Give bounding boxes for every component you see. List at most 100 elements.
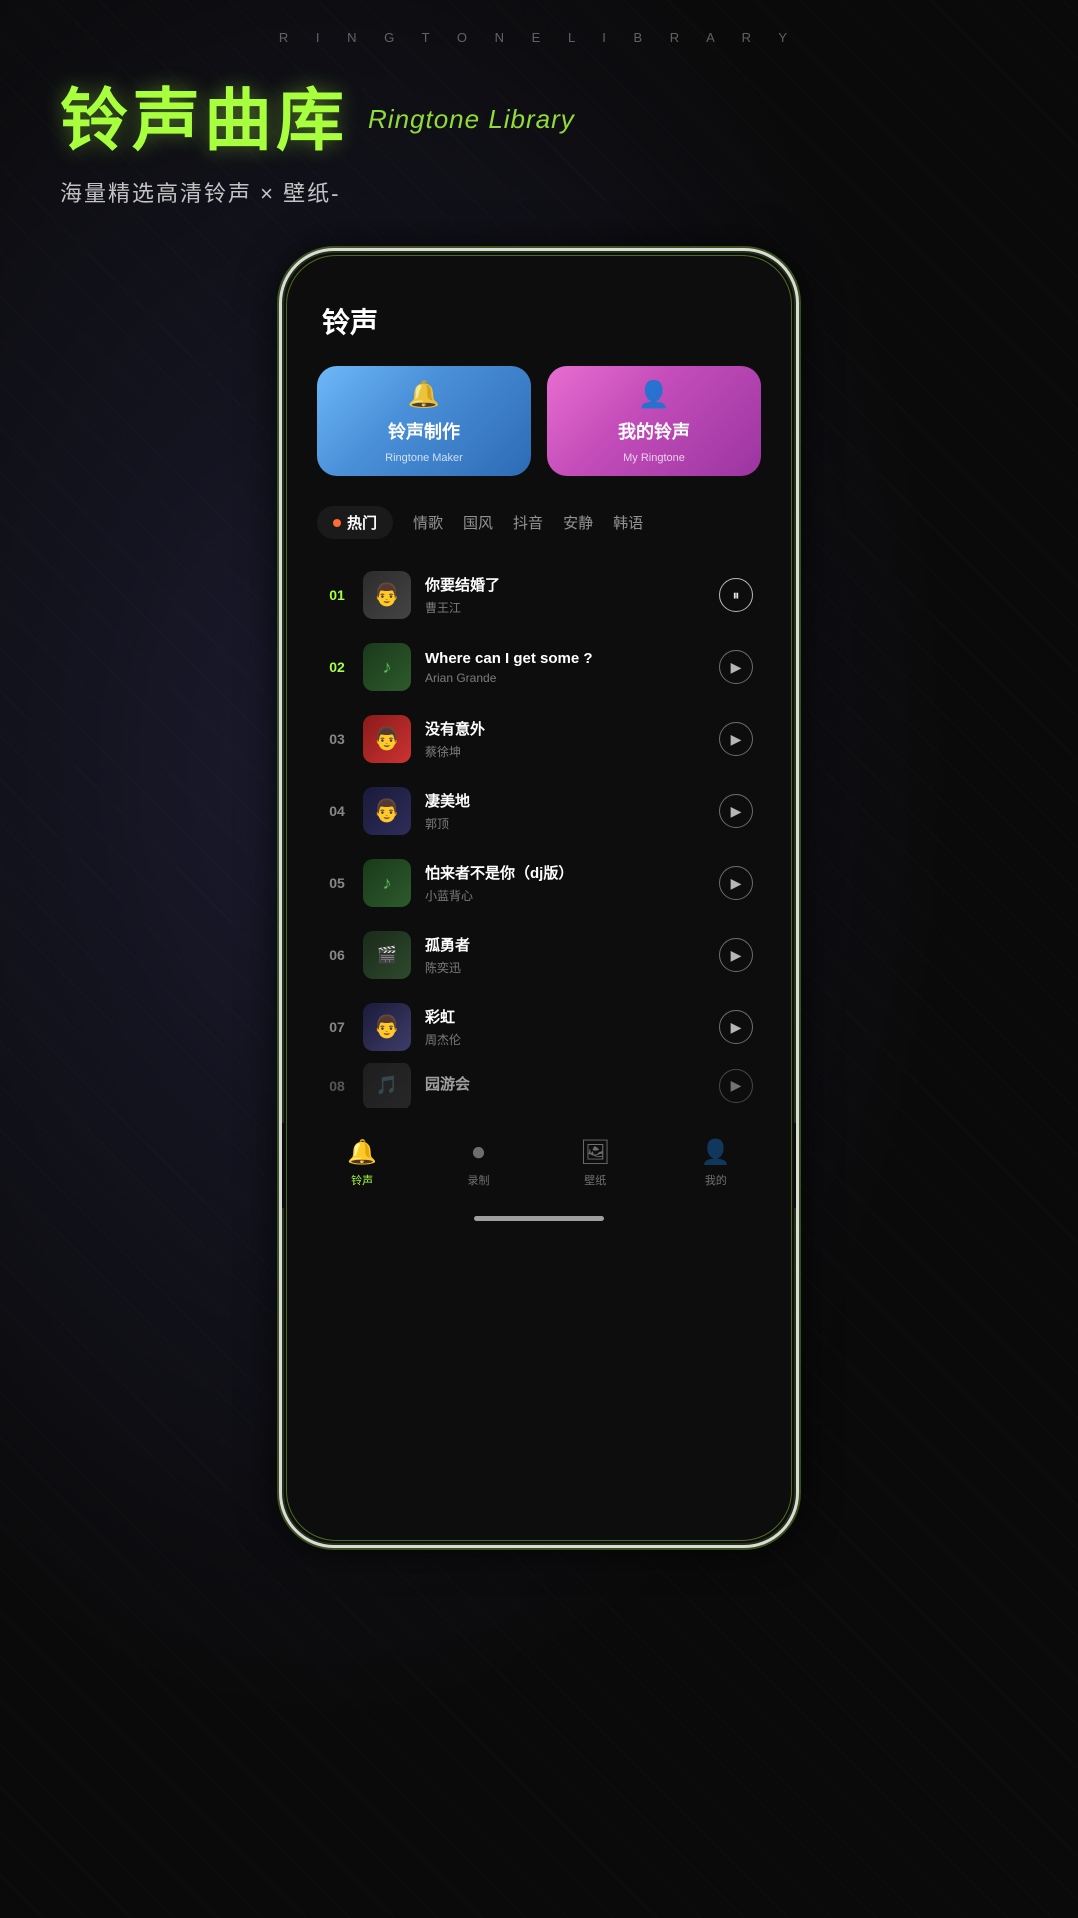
- hot-dot-icon: [333, 519, 341, 527]
- song-num-02: 02: [325, 659, 349, 675]
- song-name-07: 彩虹: [425, 1006, 705, 1027]
- ringtone-nav-icon: 🔔: [347, 1138, 377, 1167]
- song-info-07: 彩虹 周杰伦: [425, 1006, 705, 1048]
- song-artist-02: Arian Grande: [425, 671, 705, 685]
- song-thumb-03: 👨: [363, 715, 411, 763]
- song-artist-04: 郭顶: [425, 815, 705, 832]
- song-info-01: 你要结婚了 曹王江: [425, 574, 705, 616]
- song-name-03: 没有意外: [425, 718, 705, 739]
- song-item-02[interactable]: 02 ♪ Where can I get some ? Arian Grande…: [317, 631, 761, 703]
- play-button-03[interactable]: ▶: [719, 722, 753, 756]
- phone-inner: 铃声 🔔 铃声制作 Ringtone Maker 👤 我的铃声 My Ringt…: [282, 251, 796, 1108]
- tab-douyin-label: 抖音: [513, 515, 543, 532]
- song-item-06[interactable]: 06 🎬 孤勇者 陈奕迅 ▶: [317, 919, 761, 991]
- song-item-03[interactable]: 03 👨 没有意外 蔡徐坤 ▶: [317, 703, 761, 775]
- tab-national-label: 国风: [463, 515, 493, 532]
- tab-hot-label: 热门: [347, 512, 377, 533]
- song-name-05: 怕来者不是你（dj版）: [425, 862, 705, 883]
- thumb-avatar-06: 🎬: [363, 931, 411, 979]
- wallpaper-nav-icon: 🖼: [580, 1138, 610, 1167]
- tab-love-label: 情歌: [413, 515, 443, 532]
- my-icon: 👤: [638, 379, 670, 410]
- song-thumb-07: 👨: [363, 1003, 411, 1051]
- thumb-avatar-05: ♪: [363, 859, 411, 907]
- nav-item-mine[interactable]: 👤 我的: [701, 1138, 731, 1188]
- nav-item-wallpaper[interactable]: 🖼 壁纸: [580, 1138, 610, 1188]
- song-thumb-06: 🎬: [363, 931, 411, 979]
- tab-love[interactable]: 情歌: [413, 507, 443, 538]
- song-item-05[interactable]: 05 ♪ 怕来者不是你（dj版） 小蓝背心 ▶: [317, 847, 761, 919]
- tab-quiet[interactable]: 安静: [563, 507, 593, 538]
- song-thumb-05: ♪: [363, 859, 411, 907]
- song-info-06: 孤勇者 陈奕迅: [425, 934, 705, 976]
- nav-item-record[interactable]: ⏺ 录制: [468, 1139, 490, 1188]
- play-button-04[interactable]: ▶: [719, 794, 753, 828]
- my-ringtone-card[interactable]: 👤 我的铃声 My Ringtone: [547, 366, 761, 476]
- thumb-avatar-04: 👨: [363, 787, 411, 835]
- thumb-avatar-03: 👨: [363, 715, 411, 763]
- song-num-05: 05: [325, 875, 349, 891]
- song-item-07[interactable]: 07 👨 彩虹 周杰伦 ▶: [317, 991, 761, 1063]
- song-info-08: 园游会: [425, 1073, 705, 1098]
- song-item-08[interactable]: 08 🎵 园游会 ▶: [317, 1063, 761, 1108]
- tab-korean-label: 韩语: [613, 515, 643, 532]
- tab-national[interactable]: 国风: [463, 507, 493, 538]
- ringtone-nav-label: 铃声: [351, 1172, 373, 1188]
- play-button-01[interactable]: ⏸: [719, 578, 753, 612]
- maker-label-en: Ringtone Maker: [385, 452, 463, 464]
- thumb-avatar-07: 👨: [363, 1003, 411, 1051]
- play-button-07[interactable]: ▶: [719, 1010, 753, 1044]
- title-chinese: 铃声曲库: [60, 65, 348, 164]
- cards-row: 🔔 铃声制作 Ringtone Maker 👤 我的铃声 My Ringtone: [312, 366, 766, 476]
- ringtone-maker-card[interactable]: 🔔 铃声制作 Ringtone Maker: [317, 366, 531, 476]
- home-indicator: [474, 1216, 604, 1221]
- song-item-01[interactable]: 01 👨 你要结婚了 曹王江 ⏸: [317, 559, 761, 631]
- song-info-03: 没有意外 蔡徐坤: [425, 718, 705, 760]
- subtitle: 海量精选高清铃声 × 壁纸-: [60, 176, 1018, 208]
- song-info-02: Where can I get some ? Arian Grande: [425, 650, 705, 685]
- song-artist-05: 小蓝背心: [425, 887, 705, 904]
- wallpaper-nav-label: 壁纸: [584, 1172, 606, 1188]
- song-num-07: 07: [325, 1019, 349, 1035]
- play-button-05[interactable]: ▶: [719, 866, 753, 900]
- song-thumb-08: 🎵: [363, 1063, 411, 1108]
- song-thumb-01: 👨: [363, 571, 411, 619]
- tab-douyin[interactable]: 抖音: [513, 507, 543, 538]
- play-button-06[interactable]: ▶: [719, 938, 753, 972]
- maker-icon: 🔔: [408, 379, 440, 410]
- song-name-02: Where can I get some ?: [425, 650, 705, 667]
- bottom-nav: 🔔 铃声 ⏺ 录制 🖼 壁纸 👤 我的: [282, 1123, 796, 1208]
- my-label-en: My Ringtone: [623, 452, 685, 464]
- song-artist-06: 陈奕迅: [425, 959, 705, 976]
- play-button-02[interactable]: ▶: [719, 650, 753, 684]
- category-tabs: 热门 情歌 国风 抖音 安静 韩语: [312, 506, 766, 539]
- song-name-01: 你要结婚了: [425, 574, 705, 595]
- tab-quiet-label: 安静: [563, 515, 593, 532]
- mine-nav-icon: 👤: [701, 1138, 731, 1167]
- record-nav-icon: ⏺: [473, 1139, 485, 1167]
- song-item-04[interactable]: 04 👨 凄美地 郭顶 ▶: [317, 775, 761, 847]
- song-list: 01 👨 你要结婚了 曹王江 ⏸ 02 ♪: [312, 559, 766, 1108]
- record-nav-label: 录制: [468, 1172, 490, 1188]
- song-artist-03: 蔡徐坤: [425, 743, 705, 760]
- header: R I N G T O N E L I B R A R Y 铃声曲库 Ringt…: [0, 0, 1078, 208]
- nav-item-ringtone[interactable]: 🔔 铃声: [347, 1138, 377, 1188]
- phone-frame: 铃声 🔔 铃声制作 Ringtone Maker 👤 我的铃声 My Ringt…: [279, 248, 799, 1548]
- thumb-avatar-08: 🎵: [363, 1063, 411, 1108]
- song-num-08: 08: [325, 1078, 349, 1094]
- thumb-avatar-01: 👨: [363, 571, 411, 619]
- play-button-08[interactable]: ▶: [719, 1069, 753, 1103]
- song-name-08: 园游会: [425, 1073, 705, 1094]
- top-label: R I N G T O N E L I B R A R Y: [60, 30, 1018, 45]
- tab-korean[interactable]: 韩语: [613, 507, 643, 538]
- song-name-04: 凄美地: [425, 790, 705, 811]
- tab-hot[interactable]: 热门: [317, 506, 393, 539]
- song-thumb-02: ♪: [363, 643, 411, 691]
- song-num-06: 06: [325, 947, 349, 963]
- song-num-04: 04: [325, 803, 349, 819]
- song-artist-01: 曹王江: [425, 599, 705, 616]
- song-info-05: 怕来者不是你（dj版） 小蓝背心: [425, 862, 705, 904]
- my-label-cn: 我的铃声: [618, 418, 690, 444]
- mine-nav-label: 我的: [705, 1172, 727, 1188]
- song-name-06: 孤勇者: [425, 934, 705, 955]
